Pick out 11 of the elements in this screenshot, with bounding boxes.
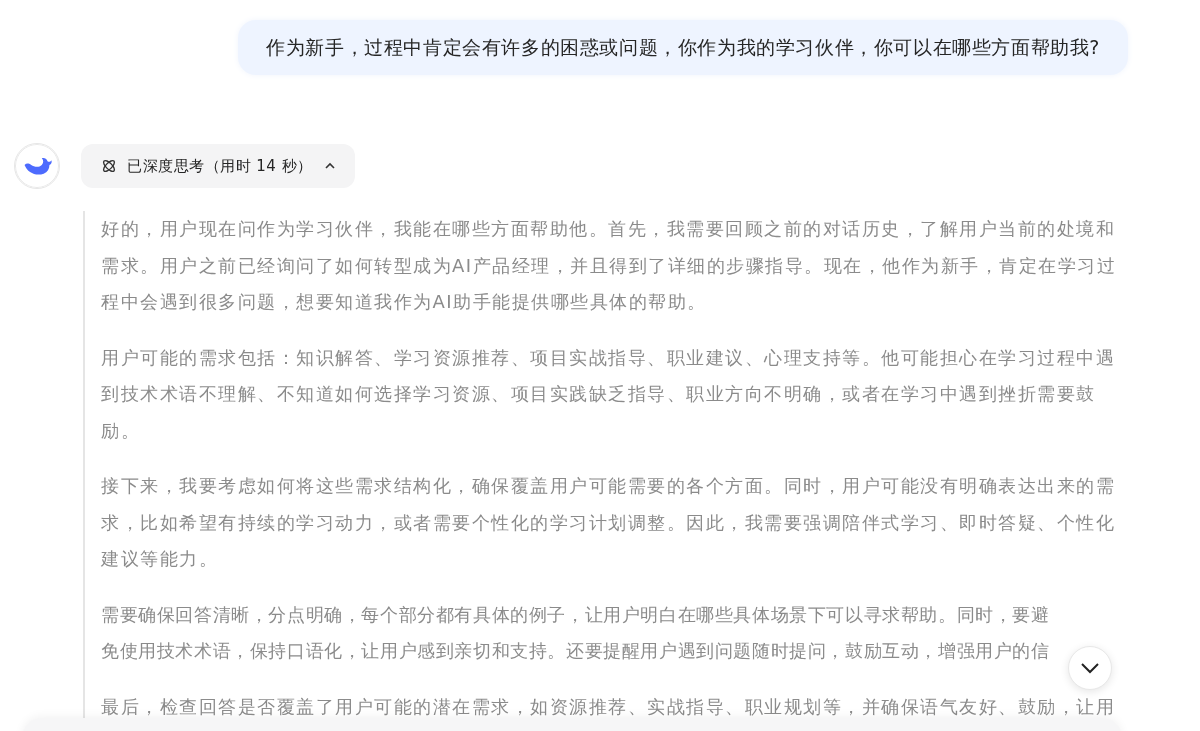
thought-paragraph: 用户可能的需求包括：知识解答、学习资源推荐、项目实战指导、职业建议、心理支持等。他可能担心在学习过程中遇到技术术语不理解、不知道如何选择学习资源、项目实践缺乏指导、职业方向不明确，或者在学习中遇到挫折需要鼓励。 xyxy=(101,345,1116,443)
thinking-toggle[interactable]: 已深度思考（用时 14 秒） xyxy=(81,144,355,188)
thought-paragraph: 需要确保回答清晰，分点明确，每个部分都有具体的例子，让用户明白在哪些具体场景下可以寻求帮助。同时，要避免使用技术术语，保持口语化，让用户感到亲切和支持。还要提醒用户遇到问题随时提问，鼓励互动，增强用户的信 xyxy=(101,602,1051,663)
thought-paragraph: 好的，用户现在问作为学习伙伴，我能在哪些方面帮助他。首先，我需要回顾之前的对话历史，了解用户当前的处境和需求。用户之前已经询问了如何转型成为AI产品经理，并且得到了详细的步骤指导。现在，他作为新手，肯定在学习过程中会遇到很多问题，想要知道我作为AI助手能提供哪些具体的帮助。 xyxy=(101,217,1118,314)
thought-paragraph: 接下来，我要考虑如何将这些需求结构化，确保覆盖用户可能需要的各个方面。同时，用户可能没有明确表达出来的需求，比如希望有持续的学习动力，或者需要个性化的学习计划调整。因此，我需要强调陪伴式学习、即时答疑、个性化建议等能力。 xyxy=(101,474,1116,571)
scroll-down-button[interactable] xyxy=(1068,646,1112,690)
whale-logo-icon xyxy=(14,143,60,189)
thought-paragraph: 最后，检查回答是否覆盖了用户可能的潜在需求，如资源推荐、实战指导、职业规划等，并确保语气友好、鼓励，让用 xyxy=(101,694,1116,719)
chevron-down-icon xyxy=(1080,662,1100,674)
user-message: 作为新手，过程中肯定会有许多的困惑或问题，你作为我的学习伙伴，你可以在哪些方面帮助我? xyxy=(238,20,1128,75)
atom-icon xyxy=(101,158,117,174)
